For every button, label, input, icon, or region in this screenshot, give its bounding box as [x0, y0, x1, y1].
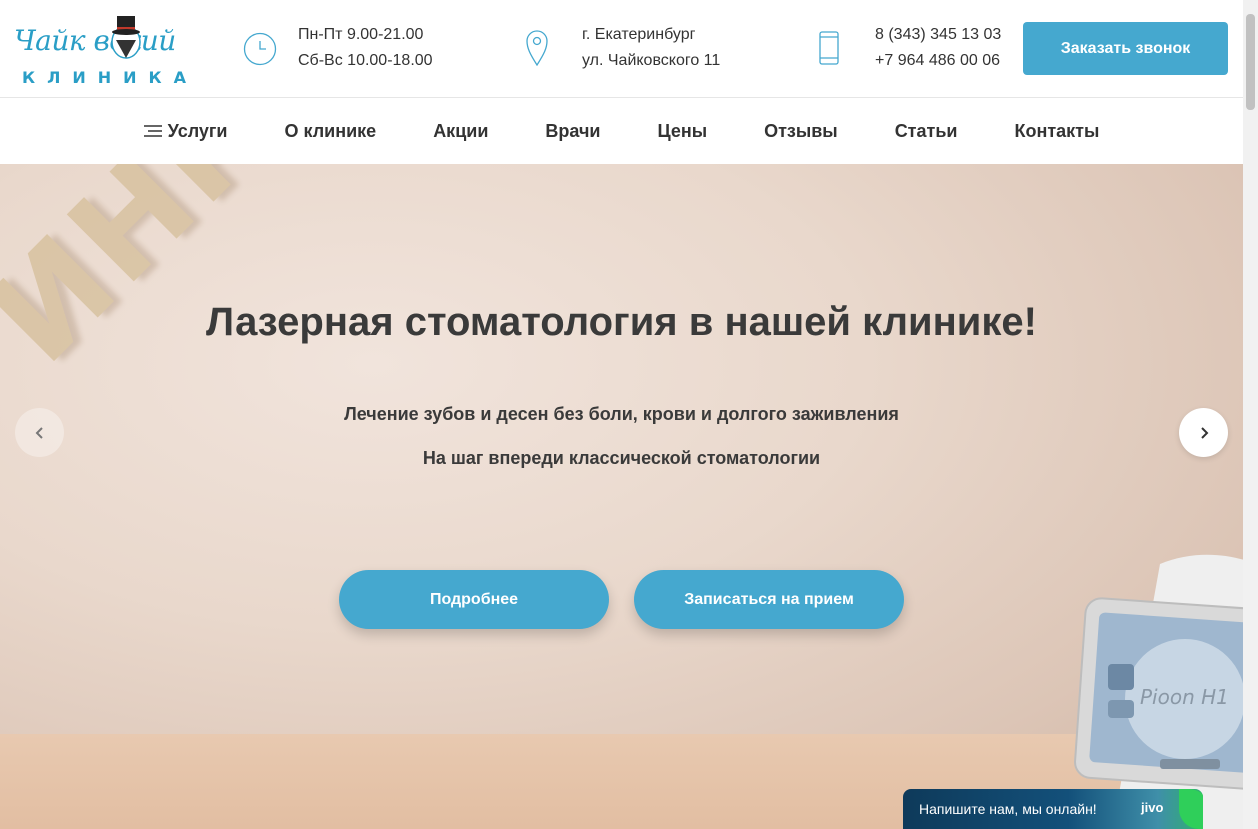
nav-item-promotions[interactable]: Акции	[433, 121, 488, 142]
chat-brand-label: jivo	[1141, 800, 1164, 815]
more-info-button[interactable]: Подробнее	[339, 570, 609, 629]
phone-link-1[interactable]: 8 (343) 345 13 03	[875, 22, 1001, 48]
nav-item-about[interactable]: О клинике	[285, 121, 377, 142]
address-street: ул. Чайковского 11	[582, 52, 721, 69]
hero-slider: ИНКА Pioon H1 Лазерная стоматология в на…	[0, 164, 1243, 829]
nav-item-services[interactable]: Услуги	[143, 120, 228, 142]
nav-item-reviews[interactable]: Отзывы	[764, 121, 838, 142]
hamburger-menu-icon	[143, 125, 162, 137]
chat-prompt-text: Напишите нам, мы онлайн!	[919, 801, 1097, 817]
site-header: Чайк вский КЛИНИКА Пн-Пт 9.00-21.00 Сб-В…	[0, 0, 1243, 98]
live-chat-widget[interactable]: Напишите нам, мы онлайн! jivo	[903, 789, 1203, 829]
hours-weekend: Сб-Вс 10.00-18.00	[298, 52, 433, 69]
nav-item-contacts[interactable]: Контакты	[1014, 121, 1099, 142]
nav-item-articles[interactable]: Статьи	[895, 121, 958, 142]
laser-device-image: Pioon H1	[1074, 554, 1243, 829]
hero-title: Лазерная стоматология в нашей клинике!	[206, 300, 1037, 344]
chat-bubble-icon	[1179, 789, 1203, 829]
logo-sub-text: КЛИНИКА	[22, 68, 198, 87]
nav-label-services: Услуги	[167, 120, 228, 141]
nav-item-prices[interactable]: Цены	[657, 121, 707, 142]
clock-icon	[243, 32, 277, 66]
request-callback-button[interactable]: Заказать звонок	[1023, 22, 1228, 75]
top-hat-icon	[111, 16, 141, 59]
mobile-phone-icon	[819, 31, 839, 65]
hero-subtitle-1: Лечение зубов и десен без боли, крови и …	[344, 404, 899, 424]
scrollbar-thumb[interactable]	[1246, 14, 1255, 110]
slider-prev-button[interactable]	[15, 408, 64, 457]
logo-script-text: Чайк вский	[14, 24, 176, 57]
chevron-left-icon	[35, 426, 43, 439]
working-hours: Пн-Пт 9.00-21.00 Сб-Вс 10.00-18.00	[298, 22, 433, 74]
phone-link-2[interactable]: +7 964 486 00 06	[875, 48, 1001, 74]
chevron-right-icon	[1200, 426, 1208, 439]
slider-next-button[interactable]	[1179, 408, 1228, 457]
clinic-address: г. Екатеринбург ул. Чайковского 11	[582, 22, 720, 74]
page-scrollbar[interactable]	[1243, 0, 1258, 829]
book-appointment-button[interactable]: Записаться на прием	[634, 570, 904, 629]
location-pin-icon	[526, 30, 548, 66]
main-navigation: Услуги О клинике Акции Врачи Цены Отзывы…	[0, 98, 1243, 164]
address-city: г. Екатеринбург	[582, 26, 696, 43]
hours-weekdays: Пн-Пт 9.00-21.00	[298, 26, 424, 43]
nav-item-doctors[interactable]: Врачи	[545, 121, 600, 142]
phone-numbers: 8 (343) 345 13 03 +7 964 486 00 06	[875, 22, 1001, 74]
hero-background-letters: ИНКА	[0, 164, 379, 392]
device-label: Pioon H1	[1140, 685, 1229, 709]
clinic-logo[interactable]: Чайк вский КЛИНИКА	[14, 12, 214, 88]
hero-subtitle-2: На шаг впереди классической стоматологии	[422, 448, 821, 468]
